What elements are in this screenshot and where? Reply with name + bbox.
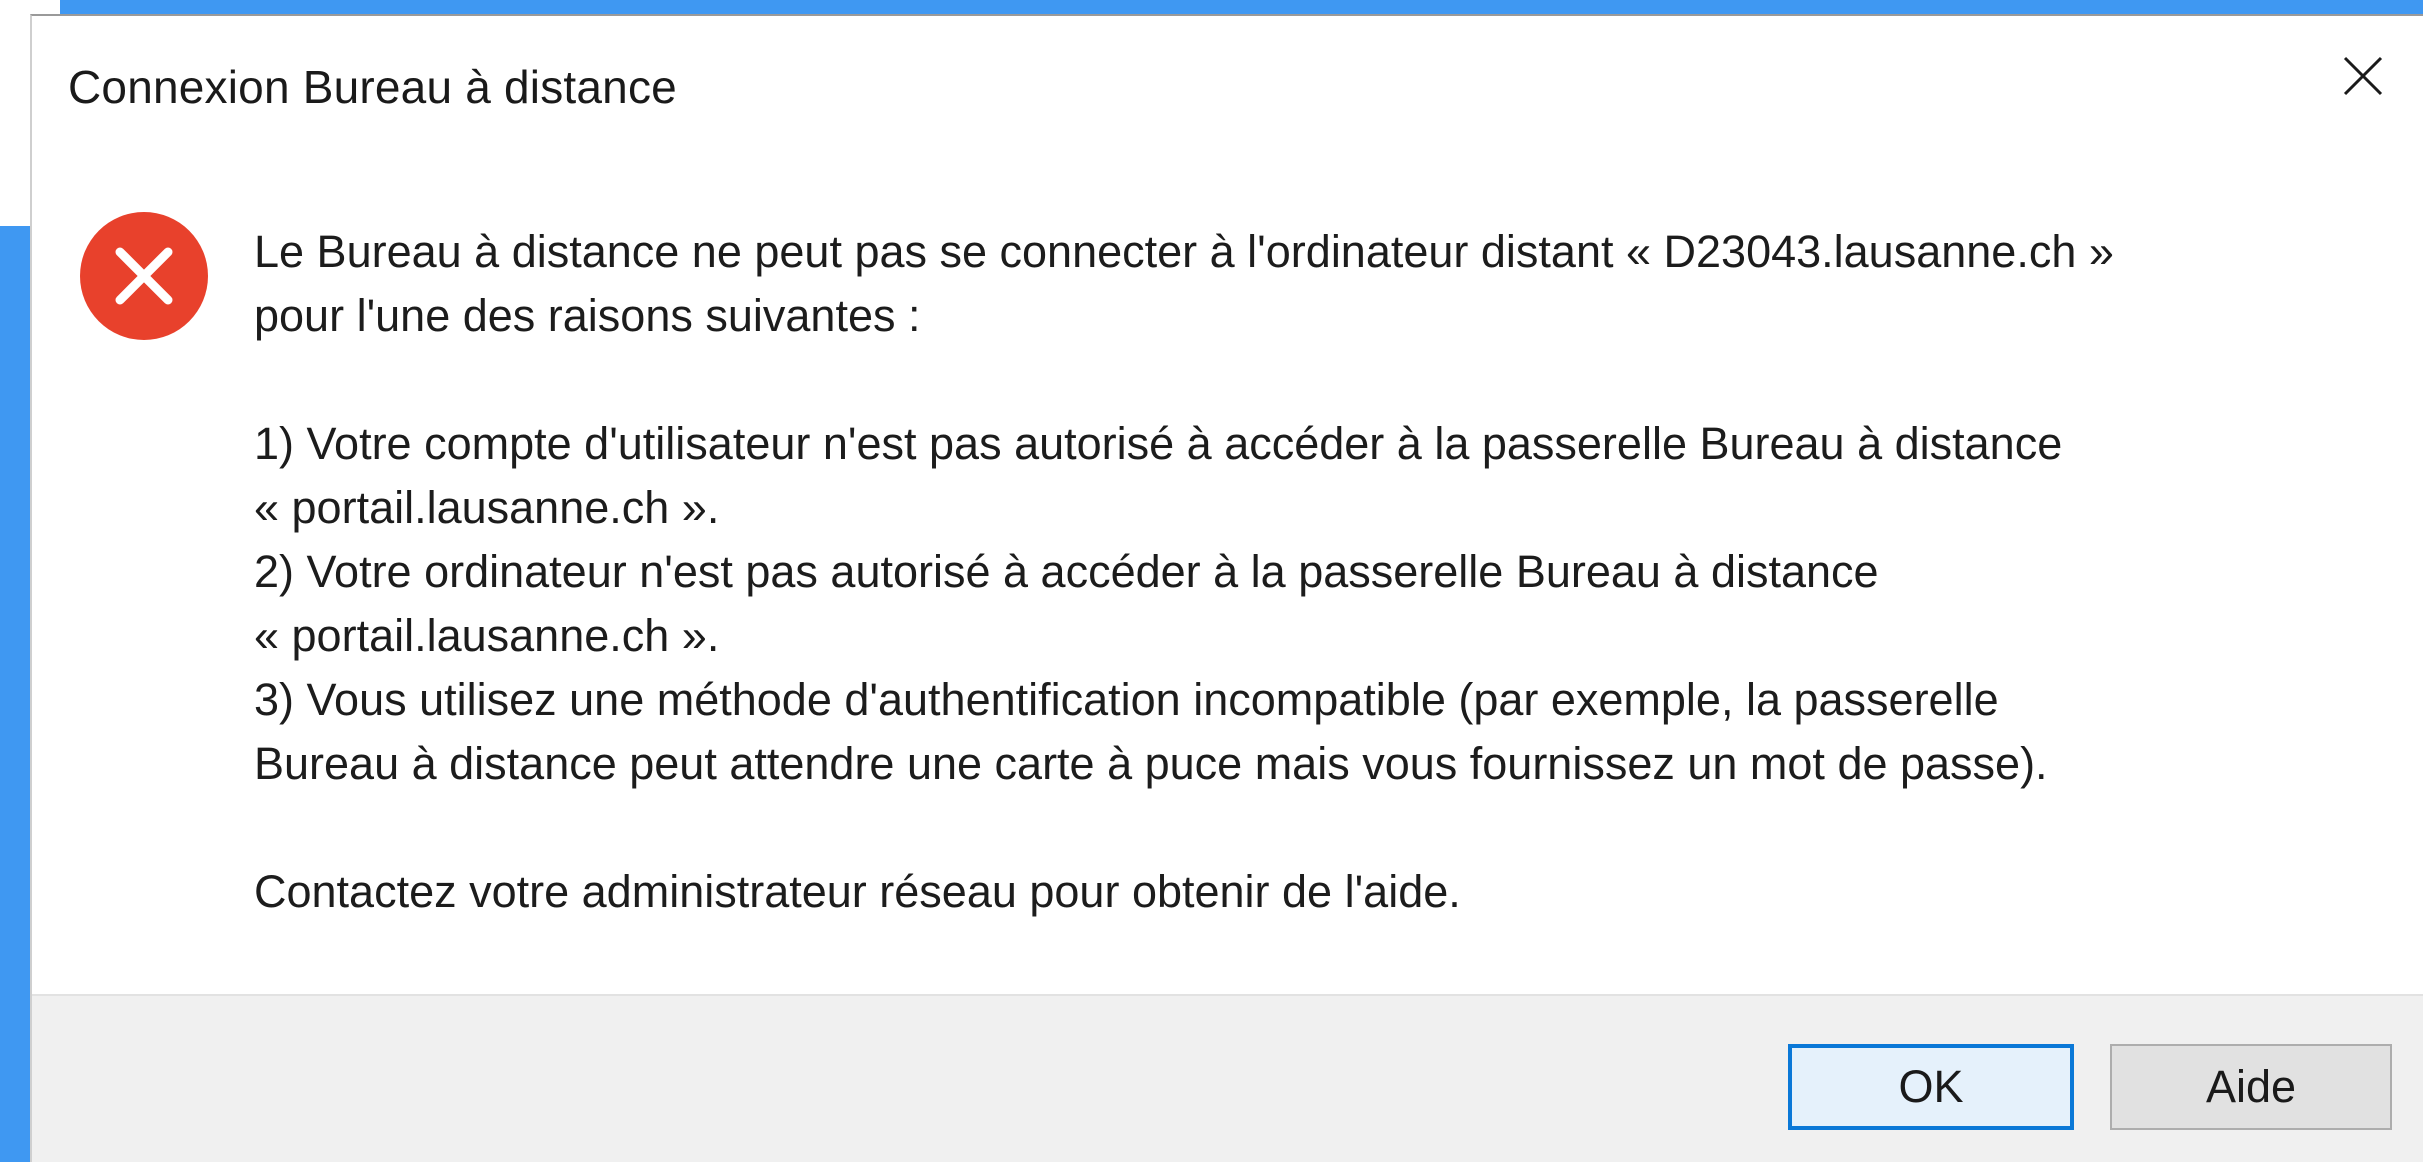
error-message: Le Bureau à distance ne peut pas se conn… xyxy=(254,220,2374,924)
window-title: Connexion Bureau à distance xyxy=(68,61,677,113)
reason-1-line1: 1) Votre compte d'utilisateur n'est pas … xyxy=(254,418,2063,469)
reason-2-line2: « portail.lausanne.ch ». xyxy=(254,610,720,661)
error-icon xyxy=(78,210,210,342)
title-bar: Connexion Bureau à distance xyxy=(32,16,2423,156)
ok-button[interactable]: OK xyxy=(1788,1044,2074,1130)
message-intro-line1: Le Bureau à distance ne peut pas se conn… xyxy=(254,226,2114,277)
message-intro-line2: pour l'une des raisons suivantes : xyxy=(254,290,921,341)
reason-3-line1: 3) Vous utilisez une méthode d'authentif… xyxy=(254,674,1999,725)
close-button[interactable] xyxy=(2303,16,2423,136)
reason-3-line2: Bureau à distance peut attendre une cart… xyxy=(254,738,2048,789)
reason-1-line2: « portail.lausanne.ch ». xyxy=(254,482,720,533)
error-dialog: Connexion Bureau à distance Le Bureau à … xyxy=(30,14,2423,1162)
button-bar: OK Aide xyxy=(32,994,2423,1162)
contact-admin-text: Contactez votre administrateur réseau po… xyxy=(254,866,1461,917)
help-button[interactable]: Aide xyxy=(2110,1044,2392,1130)
close-icon xyxy=(2343,56,2383,96)
reason-2-line1: 2) Votre ordinateur n'est pas autorisé à… xyxy=(254,546,1879,597)
